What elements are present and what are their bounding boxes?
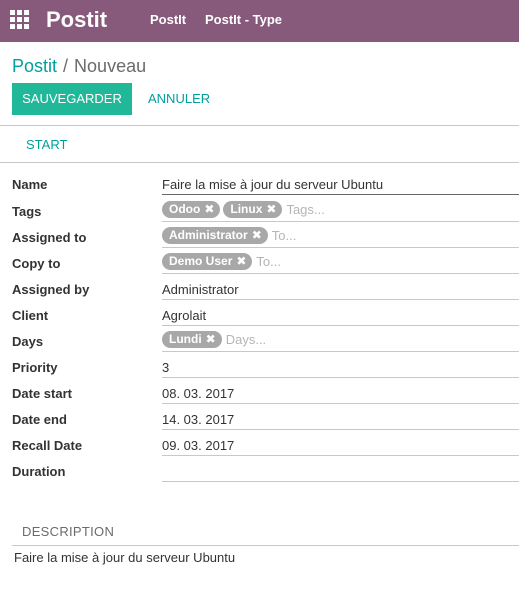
row-priority: Priority 3 bbox=[0, 354, 519, 380]
recall-date-label: Recall Date bbox=[12, 438, 83, 453]
row-assigned-to: Assigned to Administrator ✖ To... bbox=[0, 224, 519, 250]
name-field[interactable]: Faire la mise à jour du serveur Ubuntu bbox=[162, 171, 519, 195]
date-end-field[interactable]: 14. 03. 2017 bbox=[162, 406, 519, 430]
breadcrumb: Postit / Nouveau bbox=[12, 55, 146, 77]
priority-value[interactable]: 3 bbox=[162, 360, 169, 376]
row-copy-to: Copy to Demo User ✖ To... bbox=[0, 250, 519, 276]
copy-to-field[interactable]: Demo User ✖ To... bbox=[162, 250, 519, 274]
days-field[interactable]: Lundi ✖ Days... bbox=[162, 328, 519, 352]
start-button[interactable]: START bbox=[26, 137, 67, 153]
tag-chip: Odoo ✖ bbox=[162, 201, 221, 218]
name-label: Name bbox=[12, 177, 48, 192]
date-end-label: Date end bbox=[12, 412, 67, 427]
cancel-button[interactable]: ANNULER bbox=[148, 83, 210, 115]
duration-field[interactable] bbox=[162, 458, 519, 482]
assigned-by-label: Assigned by bbox=[12, 282, 90, 297]
tag-chip: Administrator ✖ bbox=[162, 227, 268, 244]
description-text[interactable]: Faire la mise à jour du serveur Ubuntu bbox=[14, 550, 235, 566]
row-duration: Duration bbox=[0, 458, 519, 484]
copy-to-input-placeholder[interactable]: To... bbox=[256, 254, 281, 269]
recall-date-field[interactable]: 09. 03. 2017 bbox=[162, 432, 519, 456]
client-field[interactable]: Agrolait bbox=[162, 302, 519, 326]
assigned-to-field[interactable]: Administrator ✖ To... bbox=[162, 224, 519, 248]
divider bbox=[0, 125, 519, 126]
row-date-end: Date end 14. 03. 2017 bbox=[0, 406, 519, 432]
assigned-by-value[interactable]: Administrator bbox=[162, 282, 239, 298]
row-date-start: Date start 08. 03. 2017 bbox=[0, 380, 519, 406]
divider bbox=[0, 162, 519, 163]
recall-date-value[interactable]: 09. 03. 2017 bbox=[162, 438, 234, 454]
tags-label: Tags bbox=[12, 204, 42, 219]
assigned-by-field[interactable]: Administrator bbox=[162, 276, 519, 300]
tag-label: Odoo bbox=[169, 202, 201, 216]
menu-item-postit-type[interactable]: PostIt - Type bbox=[205, 12, 282, 28]
row-recall-date: Recall Date 09. 03. 2017 bbox=[0, 432, 519, 458]
close-icon[interactable]: ✖ bbox=[252, 227, 262, 244]
priority-label: Priority bbox=[12, 360, 58, 375]
close-icon[interactable]: ✖ bbox=[236, 253, 246, 270]
close-icon[interactable]: ✖ bbox=[204, 201, 214, 218]
tab-description[interactable]: DESCRIPTION bbox=[22, 524, 114, 540]
breadcrumb-parent[interactable]: Postit bbox=[12, 56, 57, 76]
row-days: Days Lundi ✖ Days... bbox=[0, 328, 519, 354]
tag-label: Lundi bbox=[169, 332, 202, 346]
row-name: Name Faire la mise à jour du serveur Ubu… bbox=[0, 171, 519, 197]
tag-label: Demo User bbox=[169, 254, 233, 268]
close-icon[interactable]: ✖ bbox=[206, 331, 216, 348]
tag-label: Administrator bbox=[169, 228, 248, 242]
name-value[interactable]: Faire la mise à jour du serveur Ubuntu bbox=[162, 177, 383, 193]
priority-field[interactable]: 3 bbox=[162, 354, 519, 378]
menu-item-postit[interactable]: PostIt bbox=[150, 12, 186, 28]
row-client: Client Agrolait bbox=[0, 302, 519, 328]
tags-input-placeholder[interactable]: Tags... bbox=[286, 202, 324, 217]
date-end-value[interactable]: 14. 03. 2017 bbox=[162, 412, 234, 428]
row-tags: Tags Odoo ✖ Linux ✖ Tags... bbox=[0, 198, 519, 224]
top-navbar: Postit PostIt PostIt - Type bbox=[0, 0, 519, 42]
client-value[interactable]: Agrolait bbox=[162, 308, 206, 324]
breadcrumb-current: Nouveau bbox=[74, 56, 147, 76]
tag-chip: Demo User ✖ bbox=[162, 253, 253, 270]
client-label: Client bbox=[12, 308, 49, 323]
date-start-value[interactable]: 08. 03. 2017 bbox=[162, 386, 234, 402]
tag-label: Linux bbox=[230, 202, 263, 216]
date-start-field[interactable]: 08. 03. 2017 bbox=[162, 380, 519, 404]
tag-chip: Lundi ✖ bbox=[162, 331, 222, 348]
grid-icon[interactable] bbox=[10, 10, 30, 30]
row-assigned-by: Assigned by Administrator bbox=[0, 276, 519, 302]
assigned-to-input-placeholder[interactable]: To... bbox=[272, 228, 297, 243]
tags-field[interactable]: Odoo ✖ Linux ✖ Tags... bbox=[162, 198, 519, 222]
app-brand[interactable]: Postit bbox=[46, 6, 107, 34]
date-start-label: Date start bbox=[12, 386, 72, 401]
duration-label: Duration bbox=[12, 464, 66, 479]
assigned-to-label: Assigned to bbox=[12, 230, 87, 245]
days-label: Days bbox=[12, 334, 44, 349]
close-icon[interactable]: ✖ bbox=[266, 201, 276, 218]
breadcrumb-separator: / bbox=[63, 56, 69, 76]
divider bbox=[12, 545, 519, 546]
days-input-placeholder[interactable]: Days... bbox=[226, 332, 266, 347]
copy-to-label: Copy to bbox=[12, 256, 61, 271]
save-button[interactable]: SAUVEGARDER bbox=[12, 83, 132, 115]
tag-chip: Linux ✖ bbox=[223, 201, 283, 218]
